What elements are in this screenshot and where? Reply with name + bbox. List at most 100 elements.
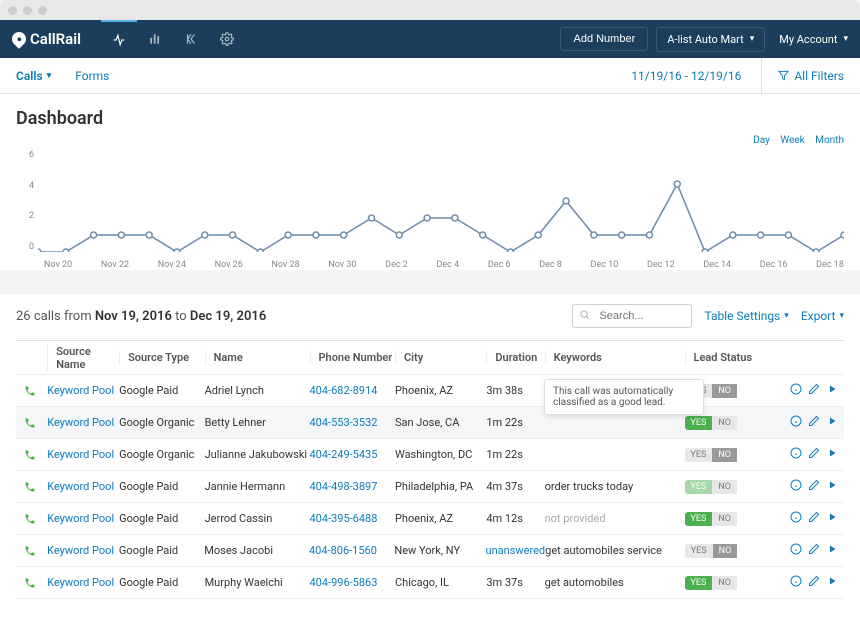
nav-reports-icon[interactable] — [137, 20, 173, 58]
col-phone[interactable]: Phone Number — [310, 351, 395, 364]
col-name[interactable]: Name — [205, 351, 310, 364]
play-icon[interactable] — [826, 447, 838, 462]
cell-phone[interactable]: 404-996-5863 — [310, 576, 395, 589]
sub-nav: Calls ▾ Forms 11/19/16 - 12/19/16 All Fi… — [0, 58, 860, 94]
cell-phone[interactable]: 404-395-6488 — [310, 512, 395, 525]
cell-phone[interactable]: 404-806-1560 — [309, 544, 394, 557]
cell-source-name[interactable]: Keyword Pool — [43, 416, 119, 429]
tab-calls[interactable]: Calls ▾ — [16, 69, 51, 83]
table-controls: 26 calls from Nov 19, 2016 to Dec 19, 20… — [16, 294, 844, 340]
cell-phone[interactable]: 404-553-3532 — [310, 416, 395, 429]
table-row[interactable]: Keyword PoolGoogle PaidJerrod Cassin404-… — [16, 503, 844, 535]
chart-y-axis: 6420 — [16, 150, 34, 252]
table-row[interactable]: Keyword PoolGoogle OrganicBetty Lehner40… — [16, 407, 844, 439]
edit-icon[interactable] — [808, 543, 820, 558]
content-area: Dashboard Day Week Month 6420 Nov 20Nov … — [0, 94, 860, 619]
cell-source-name[interactable]: Keyword Pool — [43, 480, 119, 493]
play-icon[interactable] — [826, 575, 838, 590]
minimize-dot[interactable] — [23, 6, 32, 15]
call-direction-icon — [16, 545, 43, 557]
table-settings-button[interactable]: Table Settings ▾ — [704, 309, 788, 323]
table-row[interactable]: Keyword PoolGoogle OrganicJulianne Jakub… — [16, 439, 844, 471]
cell-lead-status[interactable]: YESNO — [685, 448, 772, 462]
play-icon[interactable] — [826, 415, 838, 430]
cell-source-name[interactable]: Keyword Pool — [43, 576, 119, 589]
table-row[interactable]: Keyword PoolGoogle PaidMoses Jacobi404-8… — [16, 535, 844, 567]
table-row[interactable]: Keyword PoolGoogle PaidJannie Hermann404… — [16, 471, 844, 503]
info-icon[interactable] — [790, 383, 802, 398]
info-icon[interactable] — [790, 575, 802, 590]
cell-duration: 4m 12s — [486, 512, 544, 525]
all-filters-button[interactable]: All Filters — [761, 58, 844, 93]
cell-city: San Jose, CA — [395, 416, 486, 429]
cell-name: Adriel Lynch — [205, 384, 310, 397]
cell-phone[interactable]: 404-249-5435 — [310, 448, 395, 461]
cell-source-type: Google Paid — [119, 544, 204, 557]
cell-lead-status[interactable]: YESNO — [685, 480, 772, 494]
cell-source-name[interactable]: Keyword Pool — [43, 384, 119, 397]
cell-lead-status[interactable]: YESNO — [685, 576, 772, 590]
account-selector[interactable]: A-list Auto Mart ▾ — [656, 27, 765, 52]
edit-icon[interactable] — [808, 511, 820, 526]
search-box — [572, 304, 692, 328]
period-day[interactable]: Day — [753, 135, 770, 146]
cell-name: Jerrod Cassin — [205, 512, 310, 525]
edit-icon[interactable] — [808, 415, 820, 430]
zoom-dot[interactable] — [38, 6, 47, 15]
cell-city: Washington, DC — [395, 448, 486, 461]
cell-phone[interactable]: 404-498-3897 — [310, 480, 395, 493]
cell-city: Philadelphia, PA — [395, 480, 486, 493]
cell-duration[interactable]: unanswered — [486, 544, 546, 557]
top-nav-icons — [101, 20, 245, 58]
info-icon[interactable] — [790, 415, 802, 430]
nav-settings-icon[interactable] — [209, 20, 245, 58]
edit-icon[interactable] — [808, 575, 820, 590]
col-lead-status[interactable]: Lead Status — [685, 351, 772, 364]
cell-duration: 1m 22s — [486, 448, 544, 461]
col-source-type[interactable]: Source Type — [119, 351, 204, 364]
search-input[interactable] — [572, 304, 692, 328]
edit-icon[interactable] — [808, 479, 820, 494]
cell-keywords: not provided — [545, 512, 685, 525]
cell-duration: 3m 38s — [486, 384, 544, 397]
info-icon[interactable] — [790, 447, 802, 462]
col-duration[interactable]: Duration — [486, 351, 544, 364]
close-dot[interactable] — [8, 6, 17, 15]
export-button[interactable]: Export ▾ — [801, 309, 844, 323]
cell-name: Murphy Waelchi — [205, 576, 310, 589]
table-row[interactable]: Keyword PoolGoogle PaidMurphy Waelchi404… — [16, 567, 844, 599]
play-icon[interactable] — [826, 479, 838, 494]
info-icon[interactable] — [790, 511, 802, 526]
brand-logo[interactable]: ● CallRail — [12, 30, 81, 48]
edit-icon[interactable] — [808, 383, 820, 398]
cell-lead-status[interactable]: YESNO — [685, 512, 772, 526]
period-week[interactable]: Week — [780, 135, 804, 146]
col-keywords[interactable]: Keywords — [545, 351, 685, 364]
cell-source-type: Google Paid — [119, 384, 204, 397]
calls-table: Source Name Source Type Name Phone Numbe… — [16, 340, 844, 599]
date-range-picker[interactable]: 11/19/16 - 12/19/16 — [631, 69, 741, 83]
cell-lead-status[interactable]: YESNO — [685, 544, 772, 558]
period-month[interactable]: Month — [815, 135, 844, 146]
tab-forms[interactable]: Forms — [75, 69, 109, 83]
add-number-button[interactable]: Add Number — [560, 27, 648, 51]
play-icon[interactable] — [826, 383, 838, 398]
play-icon[interactable] — [826, 543, 838, 558]
my-account-menu[interactable]: My Account ▾ — [779, 33, 848, 46]
call-direction-icon — [16, 481, 43, 493]
info-icon[interactable] — [790, 543, 802, 558]
chevron-down-icon: ▾ — [839, 311, 844, 321]
info-icon[interactable] — [790, 479, 802, 494]
cell-phone[interactable]: 404-682-8914 — [310, 384, 395, 397]
col-city[interactable]: City — [395, 351, 486, 364]
cell-source-name[interactable]: Keyword Pool — [43, 448, 119, 461]
cell-lead-status[interactable]: YESNO — [685, 416, 772, 430]
table-row[interactable]: Keyword PoolGoogle PaidAdriel Lynch404-6… — [16, 375, 844, 407]
edit-icon[interactable] — [808, 447, 820, 462]
nav-callflow-icon[interactable] — [173, 20, 209, 58]
cell-source-name[interactable]: Keyword Pool — [43, 544, 119, 557]
cell-source-name[interactable]: Keyword Pool — [43, 512, 119, 525]
col-source-name[interactable]: Source Name — [47, 345, 119, 371]
nav-activity-icon[interactable] — [101, 20, 137, 58]
play-icon[interactable] — [826, 511, 838, 526]
